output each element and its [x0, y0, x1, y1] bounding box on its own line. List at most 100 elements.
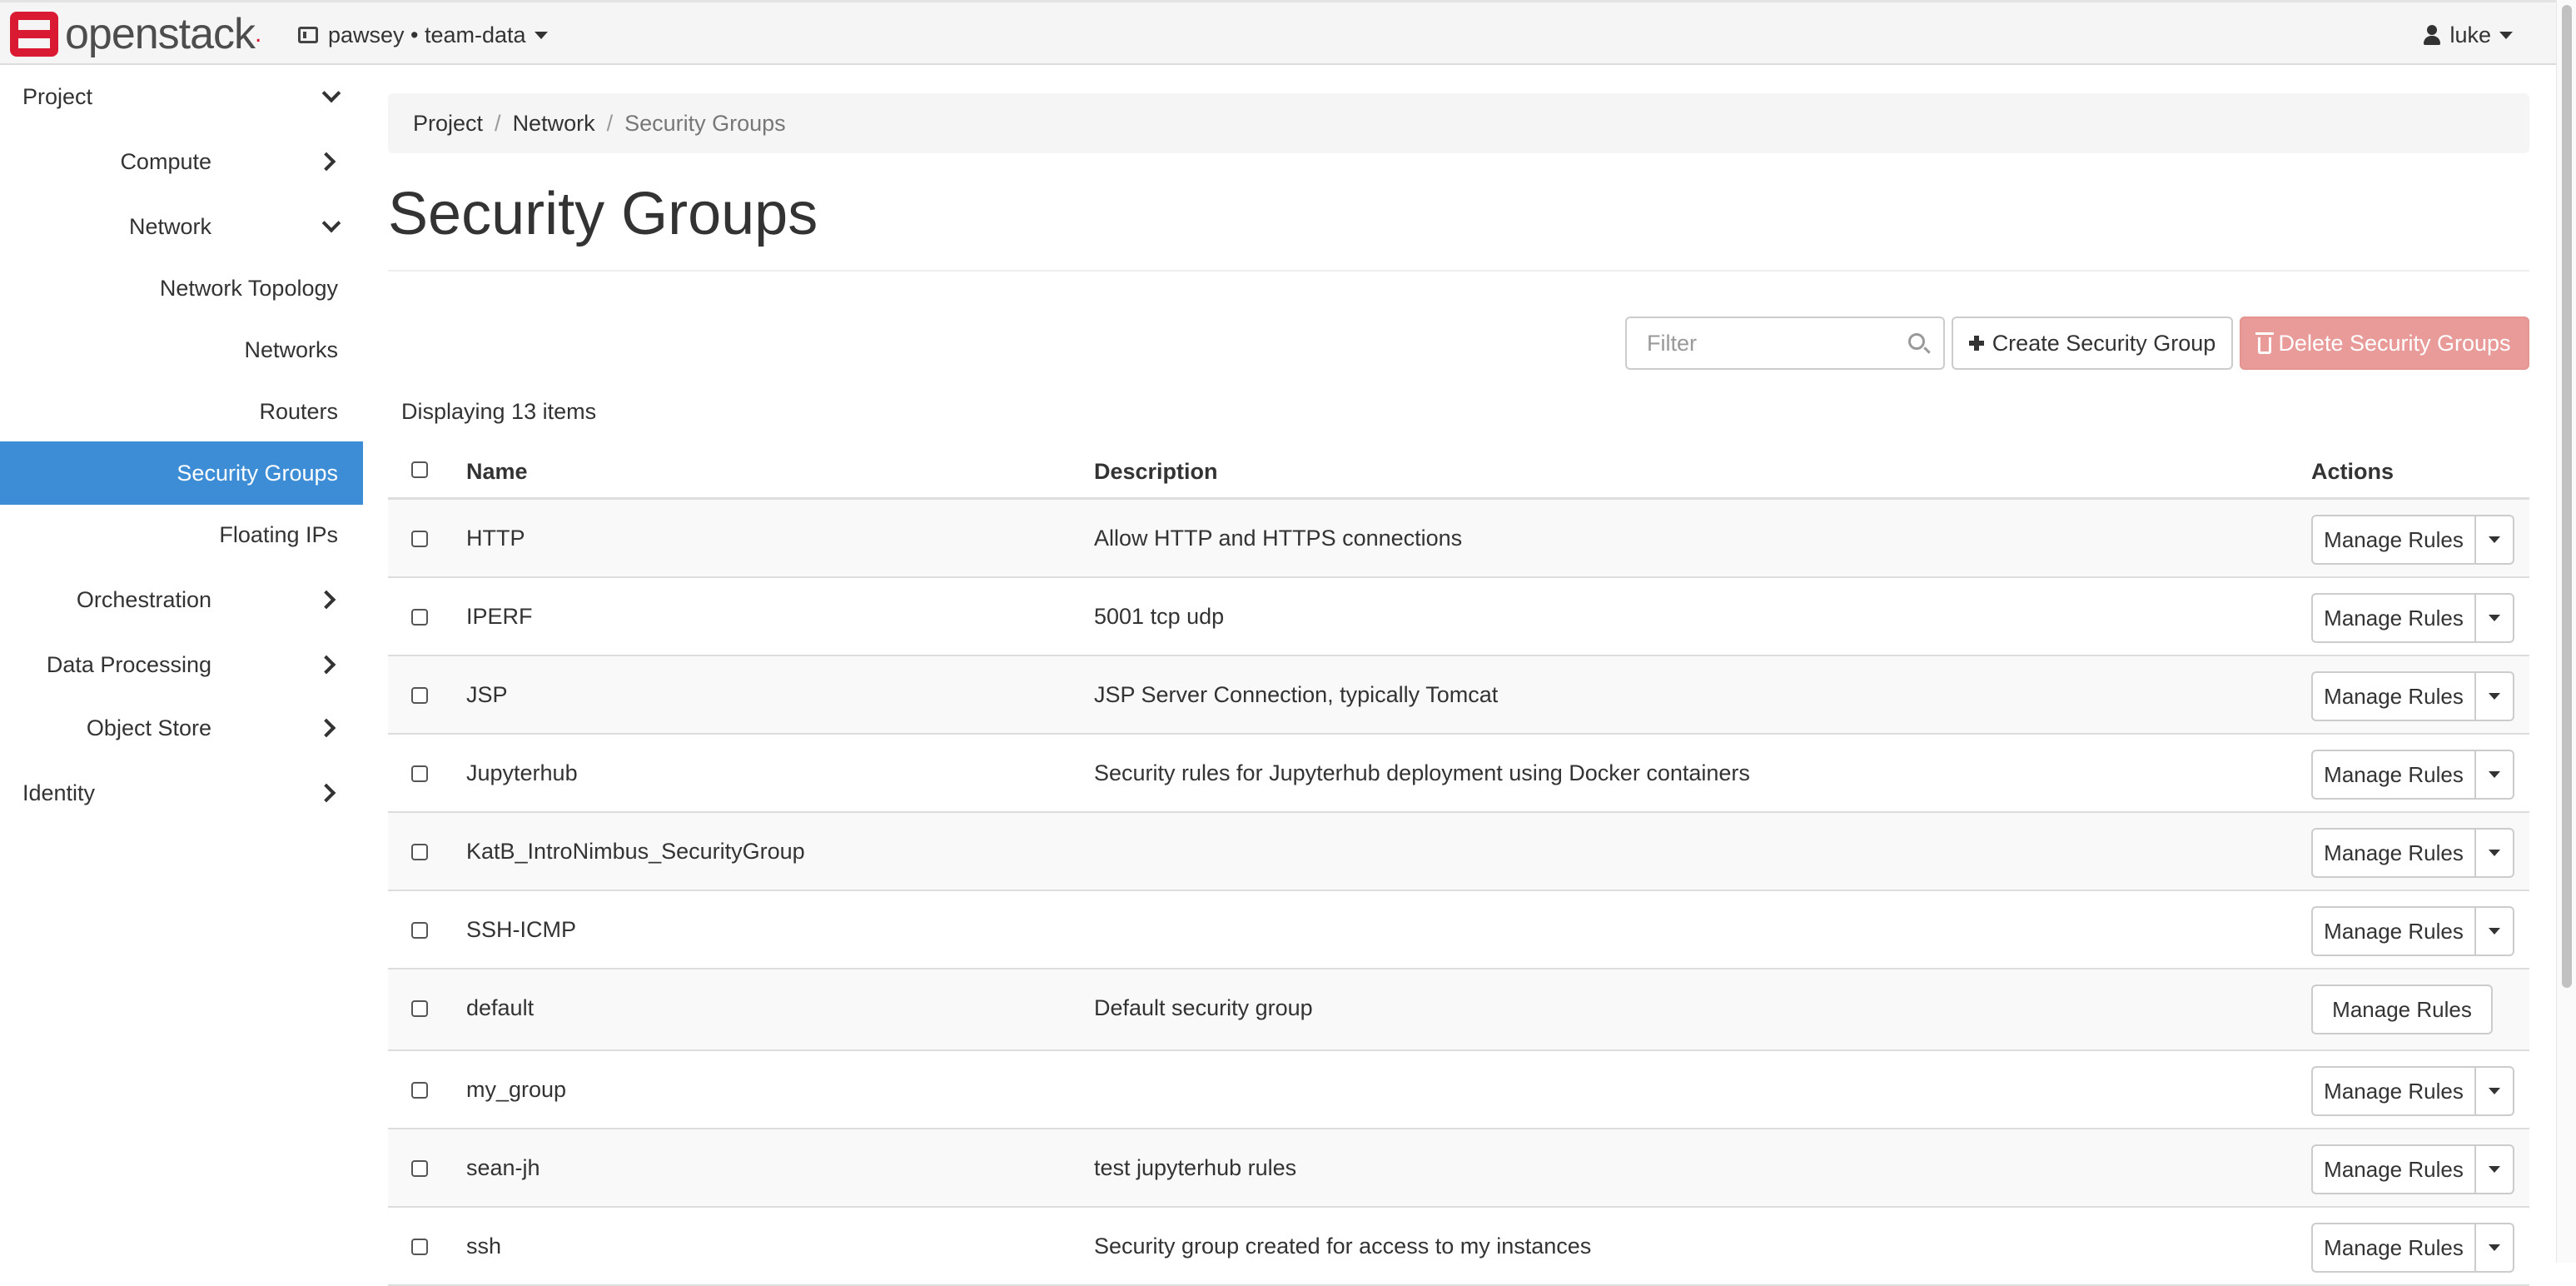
row-checkbox[interactable]: [411, 922, 428, 939]
chevron-right-icon: [316, 655, 336, 675]
server-icon: [298, 27, 318, 43]
row-checkbox[interactable]: [411, 687, 428, 704]
user-icon: [2423, 25, 2441, 45]
project-switcher[interactable]: pawsey • team-data: [298, 17, 548, 52]
title-divider: [388, 270, 2529, 272]
select-all-checkbox[interactable]: [411, 461, 428, 478]
sidebar-item-label: Project: [22, 83, 93, 109]
brand-dot: .: [255, 20, 262, 47]
chevron-right-icon: [316, 590, 336, 610]
chevron-down-icon: [321, 213, 341, 233]
sidebar-item-identity[interactable]: Identity: [0, 761, 363, 825]
chevron-down-icon: [321, 83, 341, 103]
create-security-group-button[interactable]: Create Security Group: [1952, 317, 2233, 370]
sidebar-item-security-groups[interactable]: Security Groups: [0, 441, 363, 505]
user-menu[interactable]: luke: [2423, 17, 2513, 52]
manage-rules-button[interactable]: Manage Rules: [2311, 671, 2476, 721]
row-actions: Manage Rules: [2311, 906, 2514, 956]
sidebar-item-label: Floating IPs: [219, 521, 338, 547]
sidebar-item-network[interactable]: Network: [0, 195, 363, 258]
openstack-logo[interactable]: openstack.: [10, 11, 261, 57]
manage-rules-button[interactable]: Manage Rules: [2311, 984, 2493, 1034]
scrollbar-thumb[interactable]: [2562, 5, 2572, 988]
table-header: Name Description Actions: [388, 441, 2529, 500]
sidebar-item-orchestration[interactable]: Orchestration: [0, 568, 363, 631]
sidebar-item-label: Network Topology: [159, 275, 338, 301]
row-actions-dropdown-toggle[interactable]: [2476, 593, 2514, 643]
manage-rules-button[interactable]: Manage Rules: [2311, 515, 2476, 565]
row-actions: Manage Rules: [2311, 1066, 2514, 1116]
row-actions-dropdown-toggle[interactable]: [2476, 515, 2514, 565]
items-count: Displaying 13 items: [401, 399, 597, 424]
sidebar-item-object-store[interactable]: Object Store: [0, 696, 363, 760]
brand-name: openstack: [65, 10, 256, 58]
manage-rules-button[interactable]: Manage Rules: [2311, 828, 2476, 878]
breadcrumb-project[interactable]: Project: [413, 111, 483, 137]
row-checkbox[interactable]: [411, 1160, 428, 1177]
manage-rules-button[interactable]: Manage Rules: [2311, 1223, 2476, 1273]
sidebar-item-compute[interactable]: Compute: [0, 130, 363, 193]
row-actions-dropdown-toggle[interactable]: [2476, 1144, 2514, 1194]
delete-security-groups-button[interactable]: Delete Security Groups: [2240, 317, 2529, 370]
page-scrollbar[interactable]: [2556, 0, 2576, 1263]
table-row: SSH-ICMP Manage Rules: [388, 891, 2529, 969]
breadcrumb-network[interactable]: Network: [513, 111, 595, 137]
sidebar-item-network-topology[interactable]: Network Topology: [0, 257, 363, 320]
table-row: JSP JSP Server Connection, typically Tom…: [388, 656, 2529, 735]
table-row: my_group Manage Rules: [388, 1051, 2529, 1129]
manage-rules-button[interactable]: Manage Rules: [2311, 593, 2476, 643]
table-row: Jupyterhub Security rules for Jupyterhub…: [388, 735, 2529, 813]
sidebar-item-data-processing[interactable]: Data Processing: [0, 633, 363, 696]
filter-field[interactable]: [1625, 317, 1945, 370]
caret-down-icon: [534, 31, 548, 39]
table-row: KatB_IntroNimbus_SecurityGroup Manage Ru…: [388, 813, 2529, 891]
search-icon[interactable]: [1908, 333, 1925, 350]
breadcrumb: Project / Network / Security Groups: [388, 93, 2529, 153]
row-actions-dropdown-toggle[interactable]: [2476, 671, 2514, 721]
row-checkbox[interactable]: [411, 765, 428, 782]
row-checkbox[interactable]: [411, 844, 428, 860]
row-actions-dropdown-toggle[interactable]: [2476, 1066, 2514, 1116]
row-checkbox[interactable]: [411, 1082, 428, 1099]
caret-down-icon: [2489, 1088, 2500, 1094]
row-checkbox[interactable]: [411, 1239, 428, 1255]
chevron-right-icon: [316, 718, 336, 738]
row-checkbox[interactable]: [411, 1000, 428, 1017]
sidebar-item-label: Object Store: [86, 715, 211, 740]
table-row: default Default security group Manage Ru…: [388, 969, 2529, 1051]
row-name: sean-jh: [466, 1155, 540, 1180]
sidebar-item-label: Security Groups: [177, 460, 338, 486]
row-actions-dropdown-toggle[interactable]: [2476, 1223, 2514, 1273]
row-description: Default security group: [1094, 995, 1313, 1020]
row-checkbox[interactable]: [411, 609, 428, 626]
column-header-name[interactable]: Name: [466, 456, 528, 486]
row-actions: Manage Rules: [2311, 750, 2514, 800]
row-actions: Manage Rules: [2311, 593, 2514, 643]
sidebar-item-label: Network: [128, 213, 211, 239]
row-name: Jupyterhub: [466, 760, 578, 785]
table-row: ssh Security group created for access to…: [388, 1208, 2529, 1286]
filter-input[interactable]: [1627, 318, 1902, 368]
sidebar: Project Compute Network Network Topology…: [0, 65, 363, 1263]
column-header-description[interactable]: Description: [1094, 456, 1218, 486]
manage-rules-button[interactable]: Manage Rules: [2311, 1066, 2476, 1116]
sidebar-item-routers[interactable]: Routers: [0, 380, 363, 443]
sidebar-item-floating-ips[interactable]: Floating IPs: [0, 503, 363, 566]
page-title: Security Groups: [388, 181, 818, 247]
sidebar-item-networks[interactable]: Networks: [0, 318, 363, 381]
row-actions-dropdown-toggle[interactable]: [2476, 828, 2514, 878]
manage-rules-button[interactable]: Manage Rules: [2311, 906, 2476, 956]
row-description: Security rules for Jupyterhub deployment…: [1094, 760, 1750, 785]
row-actions-dropdown-toggle[interactable]: [2476, 906, 2514, 956]
row-checkbox[interactable]: [411, 531, 428, 547]
manage-rules-button[interactable]: Manage Rules: [2311, 750, 2476, 800]
sidebar-item-project[interactable]: Project: [0, 65, 363, 128]
row-actions-dropdown-toggle[interactable]: [2476, 750, 2514, 800]
sidebar-item-label: Compute: [120, 148, 211, 174]
sidebar-item-label: Identity: [22, 780, 96, 805]
row-name: ssh: [466, 1234, 502, 1259]
manage-rules-button[interactable]: Manage Rules: [2311, 1144, 2476, 1194]
top-navbar: openstack. pawsey • team-data luke: [0, 0, 2556, 65]
row-description: Security group created for access to my …: [1094, 1234, 1592, 1259]
row-description: Allow HTTP and HTTPS connections: [1094, 526, 1463, 551]
